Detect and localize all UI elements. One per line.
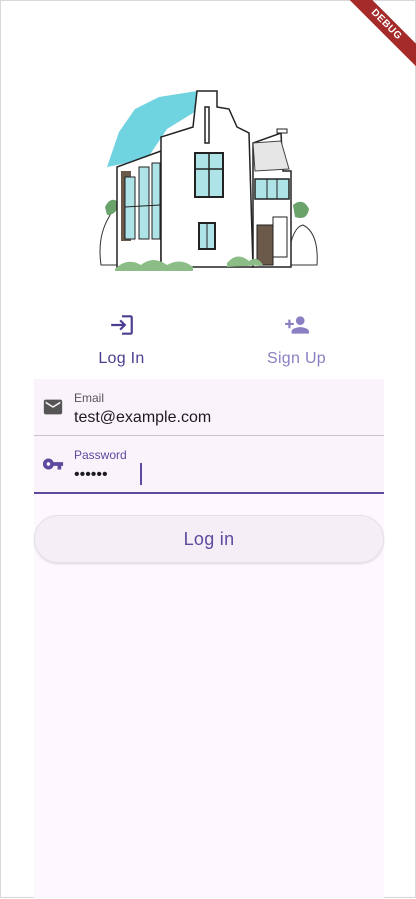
key-icon: [42, 458, 64, 470]
login-form: Email Password Log in: [34, 379, 384, 899]
password-field[interactable]: Password: [34, 436, 384, 494]
email-field[interactable]: Email: [34, 379, 384, 436]
log-in-button[interactable]: Log in: [34, 515, 384, 563]
tab-log-in[interactable]: Log In: [34, 306, 209, 376]
auth-tabs: Log In Sign Up: [34, 306, 384, 376]
tab-sign-up[interactable]: Sign Up: [209, 306, 384, 376]
house-illustration: [99, 90, 318, 271]
app-screen: DEBUG Log In Sign Up Email test@example.…: [0, 0, 416, 899]
person-add-icon: [284, 316, 309, 334]
tab-log-in-label: Log In: [98, 350, 145, 367]
password-label: Password: [74, 448, 127, 462]
email-input[interactable]: [74, 409, 364, 427]
email-label: Email: [74, 391, 105, 405]
login-icon: [110, 315, 133, 335]
email-icon: [43, 399, 63, 415]
debug-banner: DEBUG: [341, 0, 416, 70]
password-input[interactable]: [74, 466, 364, 484]
tab-sign-up-label: Sign Up: [266, 350, 327, 367]
text-cursor: [140, 463, 142, 485]
